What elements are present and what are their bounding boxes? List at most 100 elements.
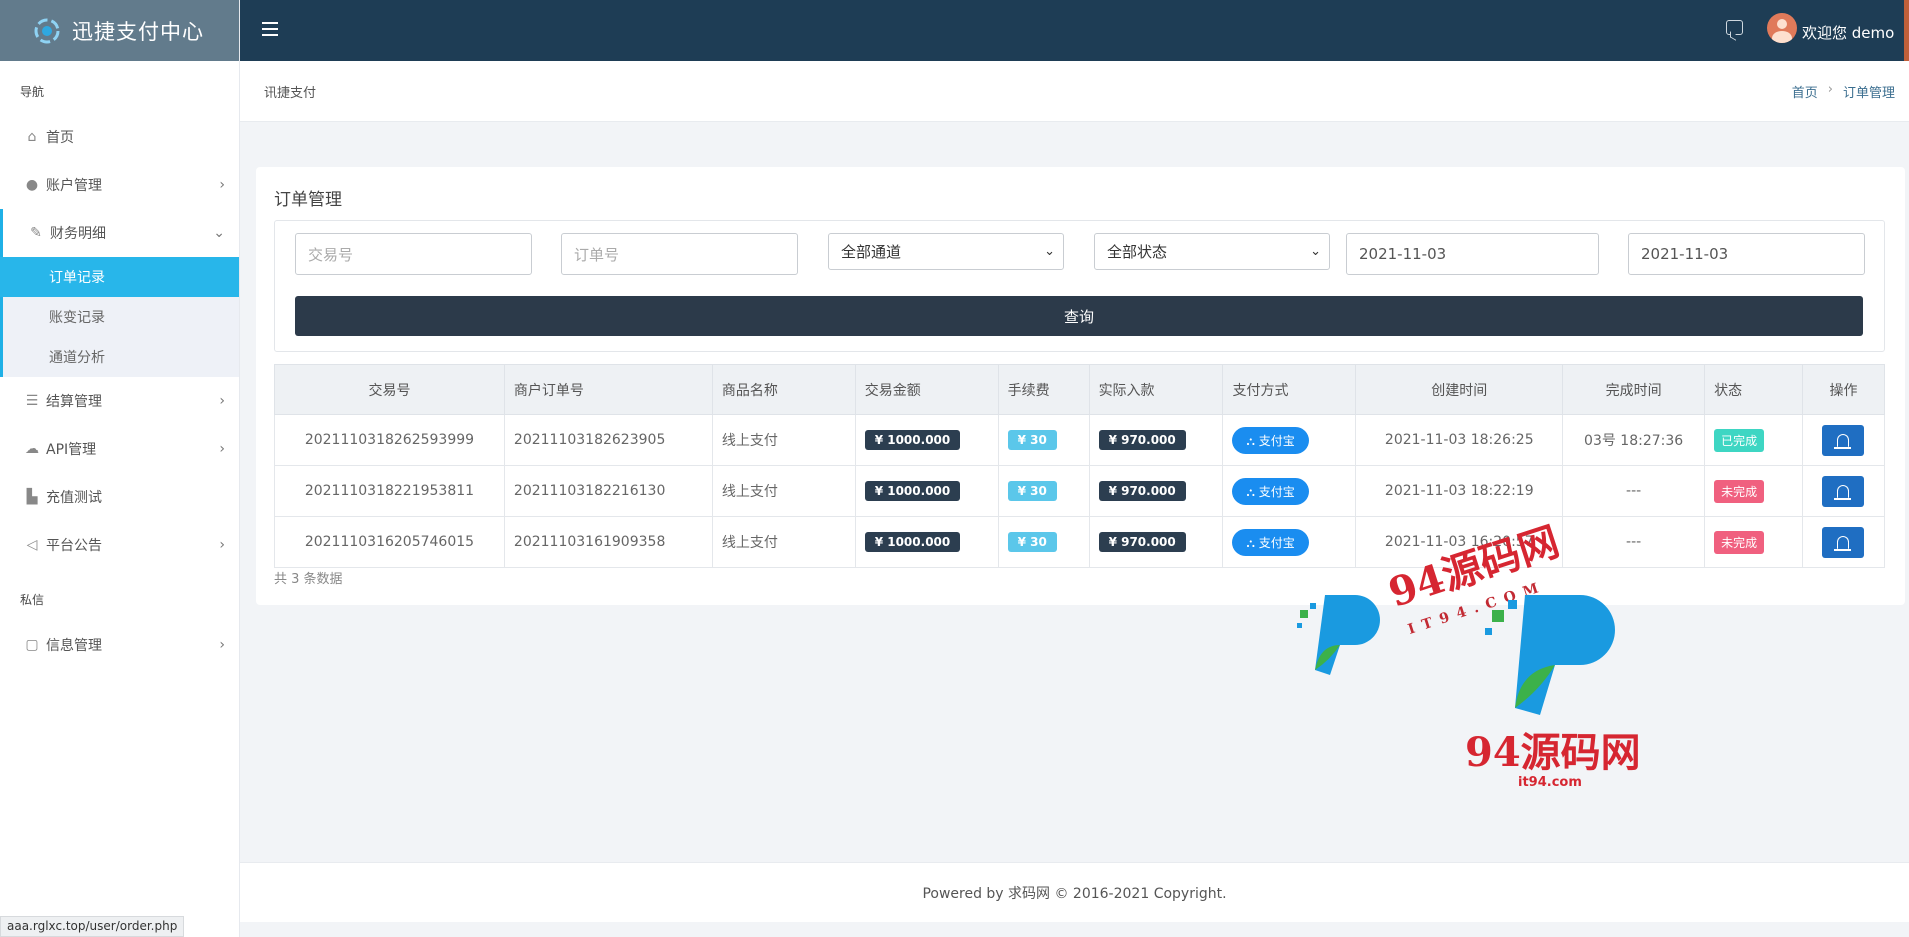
status-badge: 未完成 — [1714, 479, 1765, 503]
edit-icon: ✎ — [30, 225, 42, 241]
orders-card: 订单管理 交易号 订单号 全部通道 ⌄ 全部状态 ⌄ 2021-11-03 20… — [256, 167, 1905, 605]
bell-icon — [1834, 535, 1852, 551]
query-button[interactable]: 查询 — [295, 296, 1863, 336]
col-header: 手续费 — [997, 364, 1090, 415]
trade-no-cell: 2021110318262593999 — [274, 414, 505, 466]
sidebar-item-messages[interactable]: ▢ 信息管理 › — [0, 621, 239, 669]
sidebar-item-settlement[interactable]: ☰ 结算管理 › — [0, 377, 239, 425]
sidebar-item-label: API管理 — [46, 442, 97, 458]
avatar[interactable] — [1767, 13, 1797, 43]
nav-group-label: 导航 — [20, 85, 45, 99]
actual-badge: ¥ 970.000 — [1098, 532, 1186, 552]
channel-select-value: 全部通道 — [841, 243, 902, 261]
bell-icon — [1834, 484, 1852, 500]
sidebar-item-finance[interactable]: ✎ 财务明细 ⌄ — [0, 209, 239, 257]
chevron-down-icon: ⌄ — [1310, 244, 1321, 259]
sidebar-item-api[interactable]: ☁ API管理 › — [0, 425, 239, 473]
finance-submenu: 订单记录 账变记录 通道分析 — [0, 257, 239, 377]
alipay-badge: ⛬ 支付宝 — [1232, 528, 1309, 556]
speaker-icon: ◁ — [26, 537, 38, 553]
date-from-input[interactable]: 2021-11-03 — [1346, 233, 1599, 275]
trade-no-cell: 2021110316205746015 — [274, 516, 505, 568]
watermark-sub-bottom: it94.com — [1518, 775, 1582, 790]
breadcrumb: 首页 › 订单管理 — [1792, 82, 1895, 101]
col-header: 商户订单号 — [503, 364, 713, 415]
chevron-right-icon: › — [219, 637, 225, 653]
finished-cell: --- — [1562, 465, 1706, 517]
finished-cell: 03号 18:27:36 — [1562, 414, 1706, 466]
alipay-icon: ⛬ — [1246, 484, 1259, 499]
table-header-row: 交易号 商户订单号 商品名称 交易金额 手续费 实际入款 支付方式 创建时间 完… — [274, 364, 1886, 415]
chevron-right-icon: › — [219, 177, 225, 193]
order-no-cell: 20211103182216130 — [503, 465, 713, 517]
alipay-icon: ⛬ — [1246, 433, 1259, 448]
status-badge: 已完成 — [1714, 428, 1765, 452]
table-row: 2021110318262593999 20211103182623905 线上… — [274, 414, 1886, 466]
notify-button[interactable] — [1822, 475, 1865, 507]
brand-title: 迅捷支付中心 — [72, 19, 204, 44]
fee-badge: ¥ 30 — [1007, 430, 1057, 450]
order-no-cell: 20211103161909358 — [503, 516, 713, 568]
footer: Powered by 求码网 © 2016-2021 Copyright. — [240, 862, 1909, 922]
pay-method-label: 支付宝 — [1258, 484, 1295, 499]
sidebar-item-account[interactable]: ● 账户管理 › — [0, 161, 239, 209]
menu-toggle-icon[interactable] — [262, 22, 278, 36]
actual-badge: ¥ 970.000 — [1098, 481, 1186, 501]
sidebar-item-label: 信息管理 — [46, 638, 102, 654]
status-badge: 未完成 — [1714, 530, 1765, 554]
building-icon: ▙ — [26, 489, 38, 505]
watermark-title-bottom: 94源码网 — [1465, 729, 1641, 776]
chevron-right-icon: › — [219, 441, 225, 457]
notify-button[interactable] — [1822, 526, 1865, 558]
sidebar-item-label: 结算管理 — [46, 394, 102, 410]
breadcrumb-bar: 讯捷支付 首页 › 订单管理 — [240, 61, 1909, 122]
sidebar-item-announcements[interactable]: ◁ 平台公告 › — [0, 521, 239, 569]
status-select[interactable]: 全部状态 ⌄ — [1094, 233, 1330, 270]
sidebar-item-label: 平台公告 — [46, 538, 102, 554]
notify-button[interactable] — [1822, 424, 1865, 456]
channel-select[interactable]: 全部通道 ⌄ — [828, 233, 1064, 270]
bell-icon — [1834, 433, 1852, 449]
breadcrumb-home-link[interactable]: 首页 — [1792, 82, 1818, 101]
alipay-icon: ⛬ — [1246, 535, 1259, 550]
alipay-badge: ⛬ 支付宝 — [1232, 426, 1309, 454]
sidebar-item-channel-analysis[interactable]: 通道分析 — [3, 337, 239, 377]
message-icon[interactable] — [1726, 20, 1743, 35]
section-name: 讯捷支付 — [264, 86, 317, 101]
trade-no-input[interactable]: 交易号 — [295, 233, 532, 275]
message-icon: ▢ — [25, 637, 39, 653]
date-to-input[interactable]: 2021-11-03 — [1628, 233, 1865, 275]
chevron-right-icon: › — [219, 537, 225, 553]
chevron-down-icon: ⌄ — [1044, 244, 1055, 259]
page-title: 订单管理 — [274, 190, 342, 210]
created-cell: 2021-11-03 18:26:25 — [1355, 414, 1564, 466]
order-no-input[interactable]: 订单号 — [561, 233, 798, 275]
table-row: 2021110316205746015 20211103161909358 线上… — [274, 516, 1886, 568]
fee-badge: ¥ 30 — [1007, 532, 1057, 552]
sidebar-item-label: 账户管理 — [46, 178, 102, 194]
sidebar-item-recharge-test[interactable]: ▙ 充值测试 — [0, 473, 239, 521]
col-header: 创建时间 — [1355, 364, 1564, 415]
welcome-text[interactable]: 欢迎您 demo — [1802, 22, 1894, 43]
actual-badge: ¥ 970.000 — [1098, 430, 1186, 450]
sidebar-item-home[interactable]: ⌂ 首页 — [0, 113, 239, 161]
amount-badge: ¥ 1000.000 — [864, 481, 961, 501]
sidebar-item-orders[interactable]: 订单记录 — [0, 257, 239, 297]
amount-badge: ¥ 1000.000 — [864, 532, 961, 552]
list-icon: ☰ — [25, 393, 39, 409]
product-cell: 线上支付 — [711, 465, 856, 517]
col-header: 商品名称 — [711, 364, 856, 415]
sidebar-item-label: 首页 — [46, 130, 74, 146]
sidebar-item-label: 充值测试 — [46, 490, 102, 506]
brand[interactable]: 迅捷支付中心 — [0, 0, 239, 61]
record-count: 共 3 条数据 — [274, 572, 343, 587]
table-row: 2021110318221953811 20211103182216130 线上… — [274, 465, 1886, 517]
home-icon: ⌂ — [27, 129, 37, 145]
col-header: 交易金额 — [854, 364, 999, 415]
product-cell: 线上支付 — [711, 414, 856, 466]
orders-table: 交易号 商户订单号 商品名称 交易金额 手续费 实际入款 支付方式 创建时间 完… — [274, 364, 1886, 568]
watermark-logo-icon — [1297, 595, 1380, 675]
product-cell: 线上支付 — [711, 516, 856, 568]
pay-method-label: 支付宝 — [1258, 535, 1295, 550]
sidebar-item-balance-log[interactable]: 账变记录 — [3, 297, 239, 337]
